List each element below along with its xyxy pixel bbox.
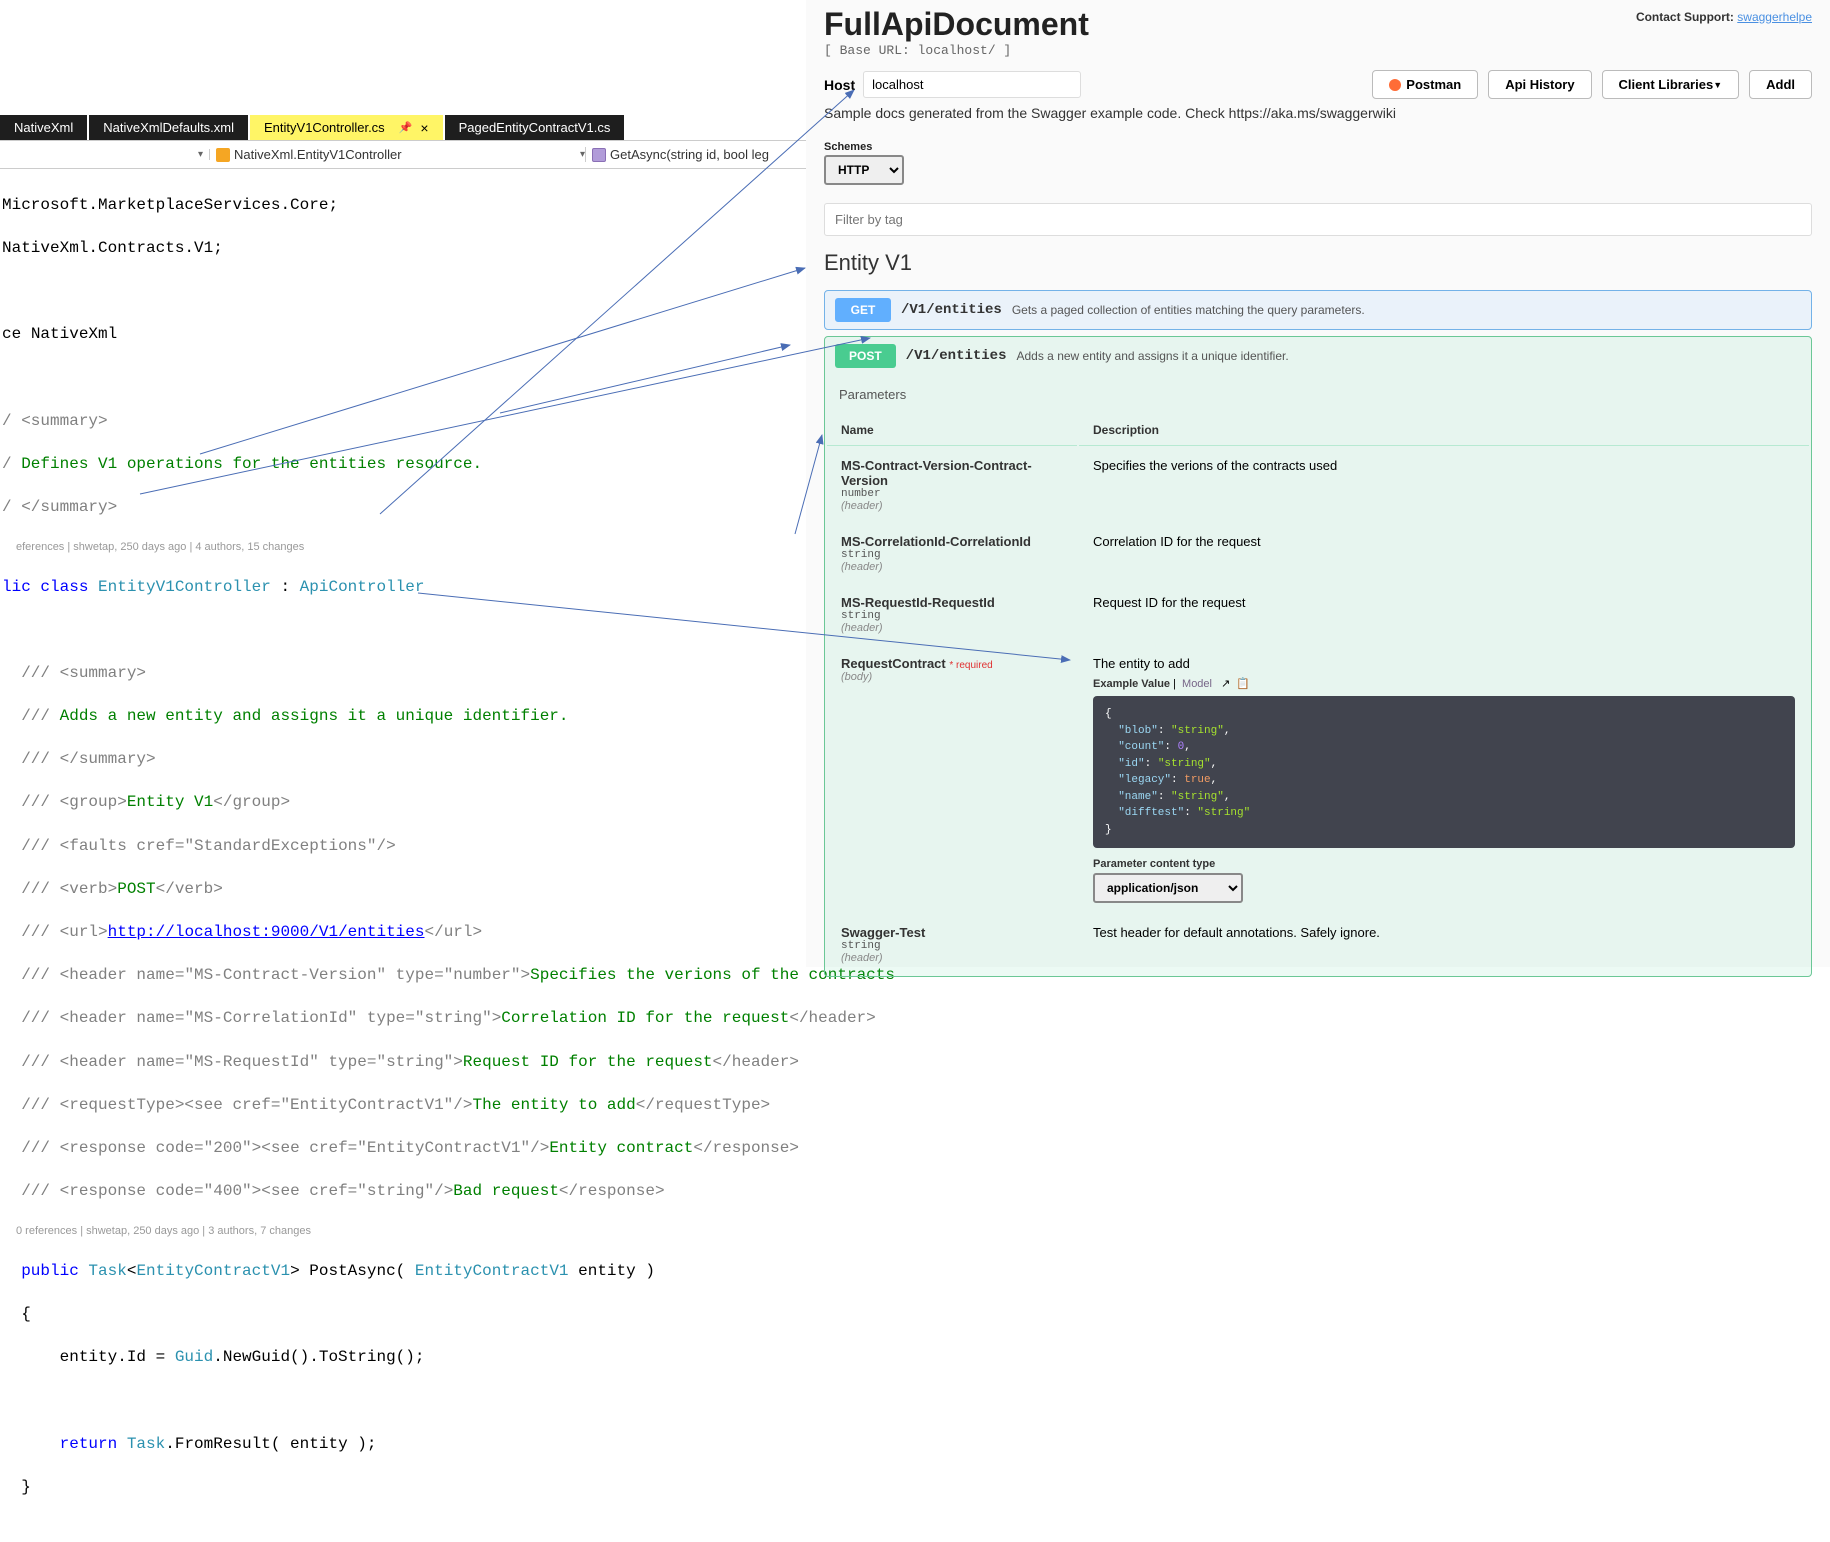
pin-icon[interactable]: 📌 xyxy=(399,121,413,134)
method-icon xyxy=(592,148,606,162)
host-label: Host xyxy=(824,77,855,93)
nav-class-dropdown[interactable]: NativeXml.EntityV1Controller ▾ xyxy=(210,147,586,162)
tab-entityv1controller[interactable]: EntityV1Controller.cs 📌 × xyxy=(250,115,443,140)
chevron-down-icon: ▼ xyxy=(1713,80,1722,90)
nav-member-label: GetAsync(string id, bool leg xyxy=(610,147,769,162)
api-description: Sample docs generated from the Swagger e… xyxy=(806,103,1830,133)
code-line: /// <header name="MS-CorrelationId" type… xyxy=(0,1008,806,1030)
base-url: [ Base URL: localhost/ ] xyxy=(824,43,1089,58)
code-line: / </summary> xyxy=(0,497,806,519)
host-input[interactable] xyxy=(863,71,1081,98)
param-row: Swagger-Teststring(header) Test header f… xyxy=(827,915,1809,974)
postman-icon xyxy=(1389,79,1401,91)
code-line: return Task.FromResult( entity ); xyxy=(0,1434,806,1456)
parameters-table: Name Description MS-Contract-Version-Con… xyxy=(825,413,1811,976)
operation-desc: Adds a new entity and assigns it a uniqu… xyxy=(1017,349,1289,363)
example-value-tab[interactable]: Example Value xyxy=(1093,678,1170,690)
operation-path: /V1/entities xyxy=(906,348,1007,364)
code-line: /// <response code="200"><see cref="Enti… xyxy=(0,1138,806,1160)
tab-pagedentitycontract[interactable]: PagedEntityContractV1.cs xyxy=(445,115,625,140)
nav-class-label: NativeXml.EntityV1Controller xyxy=(234,147,402,162)
code-line: / <summary> xyxy=(0,411,806,433)
tab-nativexml[interactable]: NativeXml xyxy=(0,115,87,140)
external-link-icon[interactable]: ↗ xyxy=(1221,678,1230,690)
code-line: NativeXml.Contracts.V1; xyxy=(0,238,806,260)
method-badge: GET xyxy=(835,298,891,322)
code-line: / Defines V1 operations for the entities… xyxy=(0,454,806,476)
editor-tabs: NativeXml NativeXmlDefaults.xml EntityV1… xyxy=(0,115,806,141)
contact-link[interactable]: swaggerhelpe xyxy=(1737,10,1812,24)
filter-input[interactable] xyxy=(824,203,1812,236)
nav-scope-dropdown[interactable]: ▾ xyxy=(0,149,210,160)
th-name: Name xyxy=(827,415,1077,446)
code-line: /// <response code="400"><see cref="stri… xyxy=(0,1181,806,1203)
param-row: RequestContract * required(body) The ent… xyxy=(827,646,1809,913)
code-line: public Task<EntityContractV1> PostAsync(… xyxy=(0,1261,806,1283)
class-icon xyxy=(216,148,230,162)
code-line: entity.Id = Guid.NewGuid().ToString(); xyxy=(0,1347,806,1369)
client-libraries-button[interactable]: Client Libraries ▼ xyxy=(1602,70,1740,99)
code-line: ce NativeXml xyxy=(0,324,806,346)
code-line: /// <header name="MS-RequestId" type="st… xyxy=(0,1052,806,1074)
code-line: Microsoft.MarketplaceServices.Core; xyxy=(0,195,806,217)
code-line: /// <faults cref="StandardExceptions"/> xyxy=(0,836,806,858)
operation-get-entities[interactable]: GET /V1/entities Gets a paged collection… xyxy=(824,290,1812,330)
example-json[interactable]: { "blob": "string", "count": 0, "id": "s… xyxy=(1093,696,1795,848)
code-nav-bar: ▾ NativeXml.EntityV1Controller ▾ GetAsyn… xyxy=(0,141,806,169)
content-type-select[interactable]: application/json xyxy=(1093,873,1243,903)
code-line: /// <verb>POST</verb> xyxy=(0,879,806,901)
operation-desc: Gets a paged collection of entities matc… xyxy=(1012,303,1365,317)
code-line: lic class EntityV1Controller : ApiContro… xyxy=(0,577,806,599)
close-icon[interactable]: × xyxy=(420,120,428,136)
codelens[interactable]: eferences | shwetap, 250 days ago | 4 au… xyxy=(0,540,806,555)
section-title[interactable]: Entity V1 xyxy=(806,236,1830,284)
schemes-select[interactable]: HTTP xyxy=(824,155,904,185)
api-title: FullApiDocument xyxy=(824,6,1089,43)
tab-nativexmldefaults[interactable]: NativeXmlDefaults.xml xyxy=(89,115,248,140)
code-line: /// <url>http://localhost:9000/V1/entiti… xyxy=(0,922,806,944)
th-desc: Description xyxy=(1079,415,1809,446)
param-row: MS-RequestId-RequestIdstring(header) Req… xyxy=(827,585,1809,644)
api-history-button[interactable]: Api History xyxy=(1488,70,1591,99)
nav-member-dropdown[interactable]: GetAsync(string id, bool leg xyxy=(586,147,806,162)
code-line: /// <requestType><see cref="EntityContra… xyxy=(0,1095,806,1117)
param-row: MS-CorrelationId-CorrelationIdstring(hea… xyxy=(827,524,1809,583)
visual-studio-editor: NativeXml NativeXmlDefaults.xml EntityV1… xyxy=(0,0,806,967)
postman-button[interactable]: Postman xyxy=(1372,70,1478,99)
tab-label: EntityV1Controller.cs xyxy=(264,120,385,135)
code-line: /// Adds a new entity and assigns it a u… xyxy=(0,706,806,728)
content-type-label: Parameter content type xyxy=(1093,858,1795,870)
code-editor[interactable]: Microsoft.MarketplaceServices.Core; Nati… xyxy=(0,169,806,1542)
code-line: /// <summary> xyxy=(0,663,806,685)
copy-icon[interactable]: 📋 xyxy=(1236,678,1250,690)
method-badge: POST xyxy=(835,344,896,368)
code-line: /// <header name="MS-Contract-Version" t… xyxy=(0,965,806,987)
addl-button[interactable]: Addl xyxy=(1749,70,1812,99)
schemes-label: Schemes xyxy=(824,141,1812,153)
model-tab[interactable]: Model xyxy=(1179,678,1215,690)
contact-support: Contact Support: swaggerhelpe xyxy=(1636,10,1812,24)
code-line: /// </summary> xyxy=(0,749,806,771)
param-row: MS-Contract-Version-Contract-Versionnumb… xyxy=(827,448,1809,522)
operation-path: /V1/entities xyxy=(901,302,1002,318)
swagger-ui: FullApiDocument [ Base URL: localhost/ ]… xyxy=(806,0,1830,967)
param-desc: The entity to add xyxy=(1093,656,1795,671)
parameters-label: Parameters xyxy=(839,387,906,402)
codelens[interactable]: 0 references | shwetap, 250 days ago | 3… xyxy=(0,1224,806,1239)
code-line: /// <group>Entity V1</group> xyxy=(0,792,806,814)
operation-post-entities[interactable]: POST /V1/entities Adds a new entity and … xyxy=(824,336,1812,977)
